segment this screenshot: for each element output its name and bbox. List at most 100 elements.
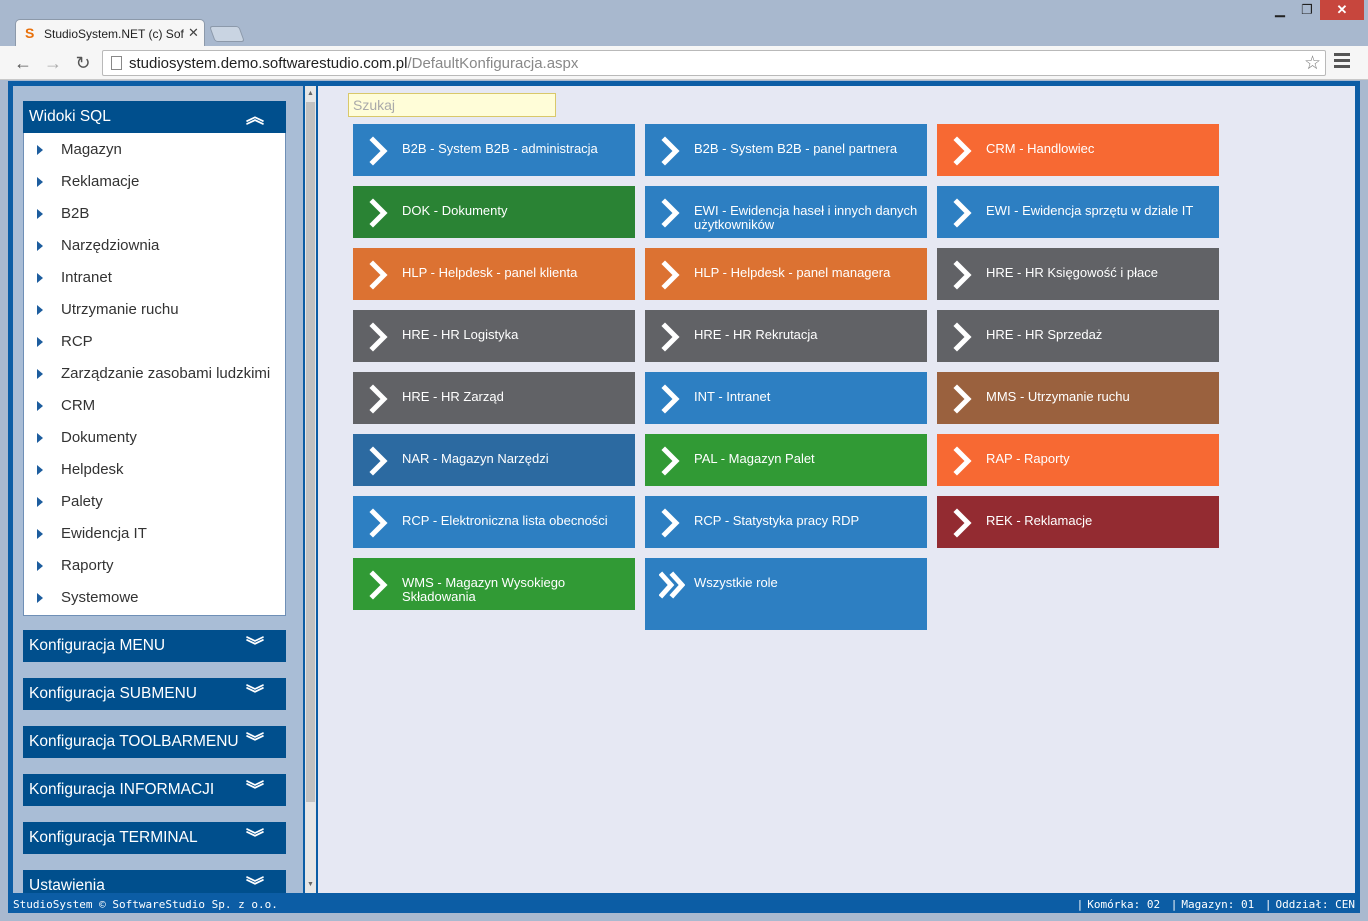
sidebar-item[interactable]: Raporty [24,550,285,582]
tab-close-icon[interactable]: ✕ [188,25,199,41]
url-host: studiosystem.demo.softwarestudio.com.pl [129,55,408,72]
url-path: /DefaultKonfiguracja.aspx [407,55,579,72]
module-tile[interactable]: INT - Intranet [645,372,927,424]
studiosystem-favicon-icon: S [25,25,35,41]
status-separator: | [1170,898,1178,911]
sidebar-scrollbar[interactable]: ▲ ▼ [305,86,316,893]
module-tile[interactable]: MMS - Utrzymanie ruchu [937,372,1219,424]
module-tile[interactable]: HRE - HR Rekrutacja [645,310,927,362]
sidebar-item[interactable]: Reklamacje [24,166,285,198]
module-tile[interactable]: RCP - Elektroniczna lista obecności [353,496,635,548]
forward-arrow-icon[interactable]: → [42,52,64,74]
window-minimize-button[interactable]: ▁ [1268,0,1292,20]
status-bar: StudioSystem © SoftwareStudio Sp. z o.o.… [8,896,1360,913]
sidebar-item[interactable]: Intranet [24,262,285,294]
sidebar-item[interactable]: Magazyn [24,134,285,166]
sidebar-item[interactable]: Narzędziownia [24,230,285,262]
sidebar-item[interactable]: Dokumenty [24,422,285,454]
browser-titlebar: S StudioSystem.NET (c) Soft ✕ ▁ ❐ ✕ [0,0,1368,46]
sidebar-item-label: Magazyn [61,141,122,158]
module-tile[interactable]: B2B - System B2B - administracja [353,124,635,176]
module-tile[interactable]: HLP - Helpdesk - panel klienta [353,248,635,300]
tile-label: EWI - Ewidencja haseł i innych danych uż… [694,203,918,232]
module-tile[interactable]: HRE - HR Logistyka [353,310,635,362]
panel-title: Konfiguracja SUBMENU [29,685,197,702]
sidebar-item[interactable]: B2B [24,198,285,230]
sidebar-item[interactable]: RCP [24,326,285,358]
sidebar-item-label: Narzędziownia [61,237,160,254]
scroll-up-arrow-icon[interactable]: ▲ [306,88,315,100]
scroll-down-arrow-icon[interactable]: ▼ [306,879,315,891]
module-tile[interactable]: HLP - Helpdesk - panel managera [645,248,927,300]
browser-menu-icon[interactable] [1334,53,1350,71]
search-input[interactable] [348,93,556,117]
sidebar: Widoki SQL ︽ Magazyn Reklamacje B2B Narzędz… [13,86,303,893]
caret-right-icon [37,529,43,539]
browser-tab[interactable]: S StudioSystem.NET (c) Soft ✕ [15,19,205,46]
panel-header-collapsed[interactable]: Konfiguracja TOOLBARMENU ︾ [23,726,286,758]
tile-label: CRM - Handlowiec [986,141,1095,156]
caret-right-icon [37,465,43,475]
tile-label: INT - Intranet [694,389,771,404]
double-chevron-down-icon[interactable]: ︾ [246,870,264,893]
module-tile[interactable]: NAR - Magazyn Narzędzi [353,434,635,486]
address-bar[interactable]: studiosystem.demo.softwarestudio.com.pl/… [102,50,1326,76]
double-chevron-down-icon[interactable]: ︾ [246,630,264,662]
window-maximize-button[interactable]: ❐ [1296,0,1318,20]
sidebar-item[interactable]: Utrzymanie ruchu [24,294,285,326]
panel-header-widoki-sql[interactable]: Widoki SQL ︽ [23,101,286,133]
caret-right-icon [37,305,43,315]
sidebar-item[interactable]: Palety [24,486,285,518]
sidebar-item[interactable]: CRM [24,390,285,422]
url-text: studiosystem.demo.softwarestudio.com.pl/… [129,55,578,72]
chevron-right-icon [661,384,680,414]
module-tile[interactable]: Wszystkie role [645,558,927,630]
scrollbar-thumb[interactable] [306,102,315,802]
module-tile[interactable]: WMS - Magazyn Wysokiego Składowania [353,558,635,610]
reload-icon[interactable]: ↻ [72,52,94,74]
new-tab-button[interactable] [209,26,245,42]
sidebar-item[interactable]: Zarządzanie zasobami ludzkimi [24,358,285,390]
double-chevron-up-icon[interactable]: ︽ [246,101,264,133]
module-tile[interactable]: HRE - HR Księgowość i płace [937,248,1219,300]
module-tile[interactable]: B2B - System B2B - panel partnera [645,124,927,176]
sidebar-item[interactable]: Helpdesk [24,454,285,486]
module-tile[interactable]: CRM - Handlowiec [937,124,1219,176]
page-icon [111,56,122,70]
copyright-text: StudioSystem © SoftwareStudio Sp. z o.o. [13,898,278,911]
bookmark-star-icon[interactable]: ☆ [1304,52,1321,75]
chevron-right-icon [369,446,388,476]
sidebar-item-label: B2B [61,205,90,222]
sidebar-item[interactable]: Systemowe [24,582,285,614]
chevron-right-icon [953,446,972,476]
module-tile[interactable]: EWI - Ewidencja sprzętu w dziale IT [937,186,1219,238]
chevron-right-icon [953,322,972,352]
sidebar-item-label: Helpdesk [61,461,124,478]
module-tile[interactable]: HRE - HR Sprzedaż [937,310,1219,362]
tile-label: Wszystkie role [694,575,778,590]
sidebar-item[interactable]: Ewidencja IT [24,518,285,550]
chevron-right-icon [953,260,972,290]
panel-header-collapsed[interactable]: Konfiguracja TERMINAL ︾ [23,822,286,854]
panel-header-collapsed[interactable]: Ustawienia ︾ [23,870,286,893]
back-arrow-icon[interactable]: ← [12,52,34,74]
module-tile[interactable]: EWI - Ewidencja haseł i innych danych uż… [645,186,927,238]
module-tile[interactable]: RAP - Raporty [937,434,1219,486]
chevron-right-icon [661,446,680,476]
chevron-right-icon [369,198,388,228]
panel-header-collapsed[interactable]: Konfiguracja MENU ︾ [23,630,286,662]
panel-header-collapsed[interactable]: Konfiguracja SUBMENU ︾ [23,678,286,710]
chevron-right-icon [661,136,680,166]
module-tile[interactable]: REK - Reklamacje [937,496,1219,548]
double-chevron-down-icon[interactable]: ︾ [246,822,264,854]
module-tile[interactable]: HRE - HR Zarząd [353,372,635,424]
double-chevron-down-icon[interactable]: ︾ [246,678,264,710]
module-tile[interactable]: PAL - Magazyn Palet [645,434,927,486]
double-chevron-down-icon[interactable]: ︾ [246,774,264,806]
tile-label: HRE - HR Księgowość i płace [986,265,1158,280]
module-tile[interactable]: DOK - Dokumenty [353,186,635,238]
module-tile[interactable]: RCP - Statystyka pracy RDP [645,496,927,548]
window-close-button[interactable]: ✕ [1320,0,1364,20]
double-chevron-down-icon[interactable]: ︾ [246,726,264,758]
panel-header-collapsed[interactable]: Konfiguracja INFORMACJI ︾ [23,774,286,806]
